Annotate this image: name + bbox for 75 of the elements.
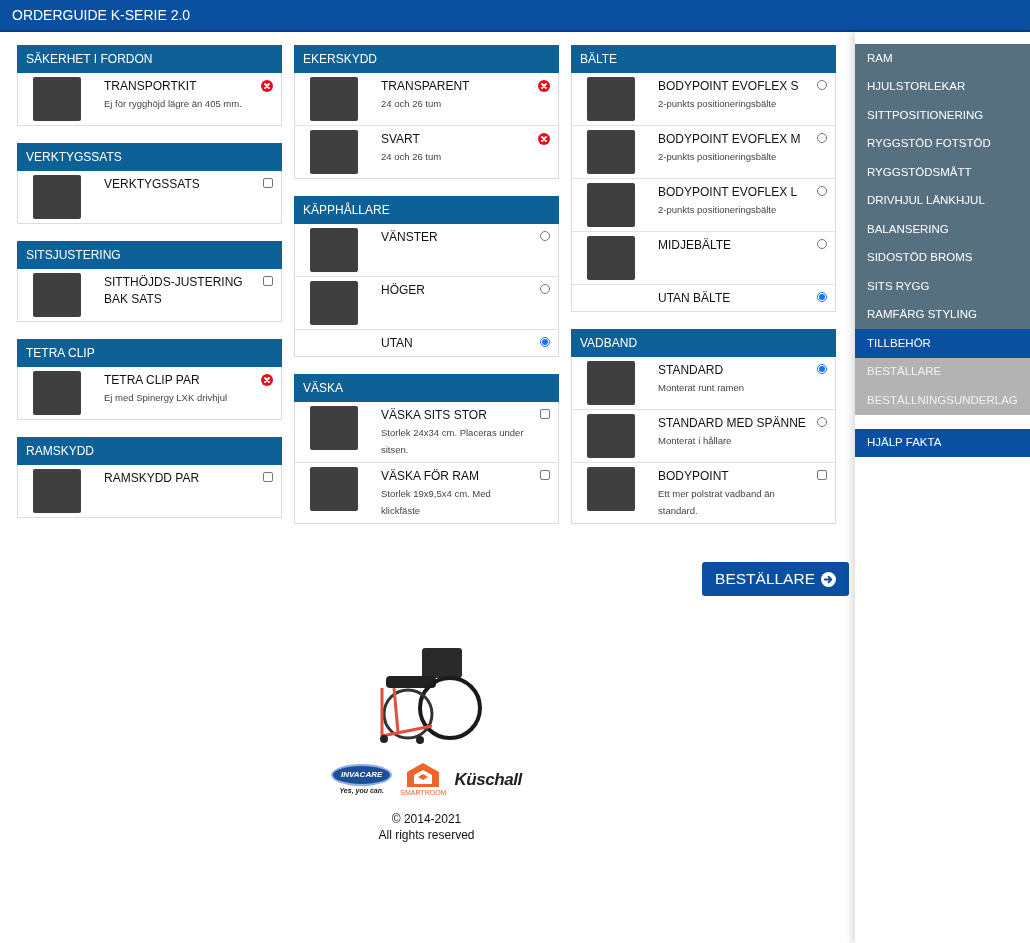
sidebar-item[interactable]: BALANSERING (855, 215, 1030, 244)
copyright-text: © 2014-2021 (391, 811, 462, 827)
item-description: 24 och 26 tum (381, 150, 443, 164)
section-header: VÄSKA (294, 374, 559, 402)
radio-button[interactable] (817, 292, 827, 302)
checkbox[interactable] (263, 276, 273, 286)
item-description: Storlek 19x9,5x4 cm. Med klickfäste (381, 487, 492, 518)
sidebar-item[interactable]: RYGGSTÖDSMÅTT (855, 158, 1030, 187)
x-circle-icon (538, 80, 550, 92)
item-description: Storlek 24x34 cm. Placeras under sitsen. (381, 426, 525, 457)
item-description: Ett mer polstrat vadband än standard. (658, 487, 776, 518)
item-description: 2-punkts positioneringsbälte (658, 150, 778, 164)
section-header: VERKTYGSSATS (17, 143, 282, 171)
item-title: RAMSKYDD PAR (104, 470, 201, 487)
radio-button[interactable] (817, 364, 827, 374)
app-title: ORDERGUIDE K-SERIE 2.0 (12, 5, 191, 25)
item-title: UTAN BÄLTE (658, 290, 732, 307)
section-header: SITSJUSTERING (17, 241, 282, 269)
checkbox[interactable] (817, 470, 827, 480)
sidebar-item[interactable]: SITTPOSITIONERING (855, 101, 1030, 130)
help-menu-item[interactable]: HJÄLP FAKTA (855, 428, 1030, 457)
item-title: BODYPOINT (658, 468, 730, 485)
checkbox[interactable] (540, 409, 550, 419)
section-header: SÄKERHET I FORDON (17, 45, 282, 73)
item-title: TETRA CLIP PAR (104, 372, 201, 389)
sidebar-item[interactable]: RYGGSTÖD FOTSTÖD (855, 129, 1030, 158)
section-header: KÄPPHÅLLARE (294, 196, 559, 224)
section-header: VADBAND (571, 329, 836, 357)
brand-logo: INVACARE (331, 763, 393, 786)
item-title: BODYPOINT EVOFLEX M (658, 131, 802, 148)
item-title: STANDARD (658, 362, 725, 379)
item-description: 2-punkts positioneringsbälte (658, 97, 778, 111)
arrow-circle-icon (821, 571, 836, 587)
section-header: BÄLTE (571, 45, 836, 73)
item-title: TRANSPARENT (381, 78, 471, 95)
checkbox[interactable] (263, 178, 273, 188)
x-circle-icon (261, 80, 273, 92)
rights-text: All rights reserved (378, 827, 475, 843)
item-title: VERKTYGSSATS (104, 176, 201, 193)
item-title: TRANSPORTKIT (104, 78, 198, 95)
section-header: EKERSKYDD (294, 45, 559, 73)
section-header: TETRA CLIP (17, 339, 282, 367)
sidebar-item[interactable]: HJULSTORLEKAR (855, 72, 1030, 101)
item-title: SVART (381, 131, 421, 148)
item-description: Monterat runt ramen (658, 381, 746, 395)
item-title: VÄNSTER (381, 229, 439, 246)
item-description: Monterat i hållare (658, 434, 733, 448)
item-title: HÖGER (381, 282, 426, 299)
item-title: BODYPOINT EVOFLEX S (658, 78, 800, 95)
x-circle-icon (538, 133, 550, 145)
sidebar-item[interactable]: TILLBEHÖR (855, 329, 1030, 358)
item-title: STANDARD MED SPÄNNE (658, 415, 807, 432)
sidebar-item[interactable]: DRIVHJUL LÄNKHJUL (855, 186, 1030, 215)
item-title: BODYPOINT EVOFLEX L (658, 184, 799, 201)
item-title: VÄSKA SITS STOR (381, 407, 488, 424)
x-circle-icon (261, 374, 273, 386)
sidebar-item[interactable]: SITS RYGG (855, 272, 1030, 301)
item-description: Ej för rygghöjd lägre än 405 mm. (104, 97, 243, 111)
item-description: 2-punkts positioneringsbälte (658, 203, 778, 217)
checkbox[interactable] (263, 472, 273, 482)
item-title: VÄSKA FÖR RAM (381, 468, 481, 485)
section-header: RAMSKYDD (17, 437, 282, 465)
sidebar-item[interactable]: RAM (855, 44, 1030, 73)
checkbox[interactable] (540, 470, 550, 480)
brand-logo: Küschall (454, 768, 522, 791)
item-description: 24 och 26 tum (381, 97, 443, 111)
item-title: MIDJEBÄLTE (658, 237, 733, 254)
item-description: Ej med Spinergy LXK drivhjul (104, 391, 229, 405)
sidebar-item[interactable]: RAMFÄRG STYLING (855, 300, 1030, 329)
sidebar-item[interactable]: SIDOSTÖD BROMS (855, 243, 1030, 272)
item-title: UTAN (381, 335, 414, 352)
radio-button[interactable] (540, 337, 550, 347)
house-logo-icon (406, 762, 441, 788)
next-button[interactable]: BESTÄLLARE (702, 562, 849, 596)
item-title: SITTHÖJDS-JUSTERING BAK SATS (104, 274, 244, 308)
